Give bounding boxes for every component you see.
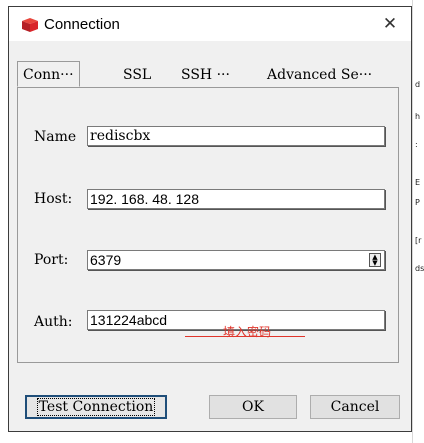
tab-label: SSH ··· [181, 67, 230, 83]
background-window-fragment: d h : E P [r ds [412, 0, 424, 443]
tab-label: Advanced Se··· [267, 67, 373, 83]
bg-text: ds [415, 264, 424, 273]
name-field[interactable]: rediscbx [87, 126, 385, 146]
spin-arrows-icon[interactable]: ▲ ▼ [369, 253, 381, 267]
tab-ssh[interactable]: SSH ··· [181, 64, 230, 86]
cancel-button[interactable]: Cancel [310, 395, 400, 419]
port-value: 6379 [90, 252, 122, 268]
host-field[interactable]: 192. 168. 48. 128 [87, 189, 385, 209]
bg-text: : [415, 140, 418, 149]
tab-ssl[interactable]: SSL [123, 64, 151, 86]
cancel-label: Cancel [330, 399, 380, 415]
title-bar: Connection ✕ [9, 7, 411, 41]
name-label: Name [34, 129, 77, 145]
bg-text: E [415, 178, 421, 187]
auth-label: Auth: [34, 314, 73, 330]
annotation-text: 填入密码 [223, 325, 272, 339]
test-connection-button[interactable]: Test Connection [25, 395, 167, 419]
ok-button[interactable]: OK [209, 395, 297, 419]
tab-label: Conn··· [23, 67, 74, 83]
window-title: Connection [44, 16, 120, 33]
bg-text: [r [415, 236, 422, 245]
tab-advanced-settings[interactable]: Advanced Se··· [267, 64, 372, 86]
test-connection-label: Test Connection [36, 398, 156, 416]
tab-label: SSL [123, 67, 152, 83]
bg-text: P [415, 198, 420, 207]
connection-dialog: Connection ✕ Conn··· SSL SSH ··· Advance… [8, 6, 412, 432]
port-spinbox[interactable]: 6379 ▲ ▼ [87, 250, 385, 270]
ok-label: OK [242, 399, 264, 415]
tab-strip: Conn··· SSL SSH ··· Advanced Se··· [17, 61, 399, 88]
close-icon[interactable]: ✕ [379, 13, 401, 35]
bg-text: h [415, 112, 421, 121]
bg-text: d [415, 80, 421, 89]
host-label: Host: [34, 191, 73, 207]
redis-logo-icon [22, 18, 38, 32]
port-label: Port: [34, 252, 69, 268]
tab-connection[interactable]: Conn··· [17, 61, 80, 87]
